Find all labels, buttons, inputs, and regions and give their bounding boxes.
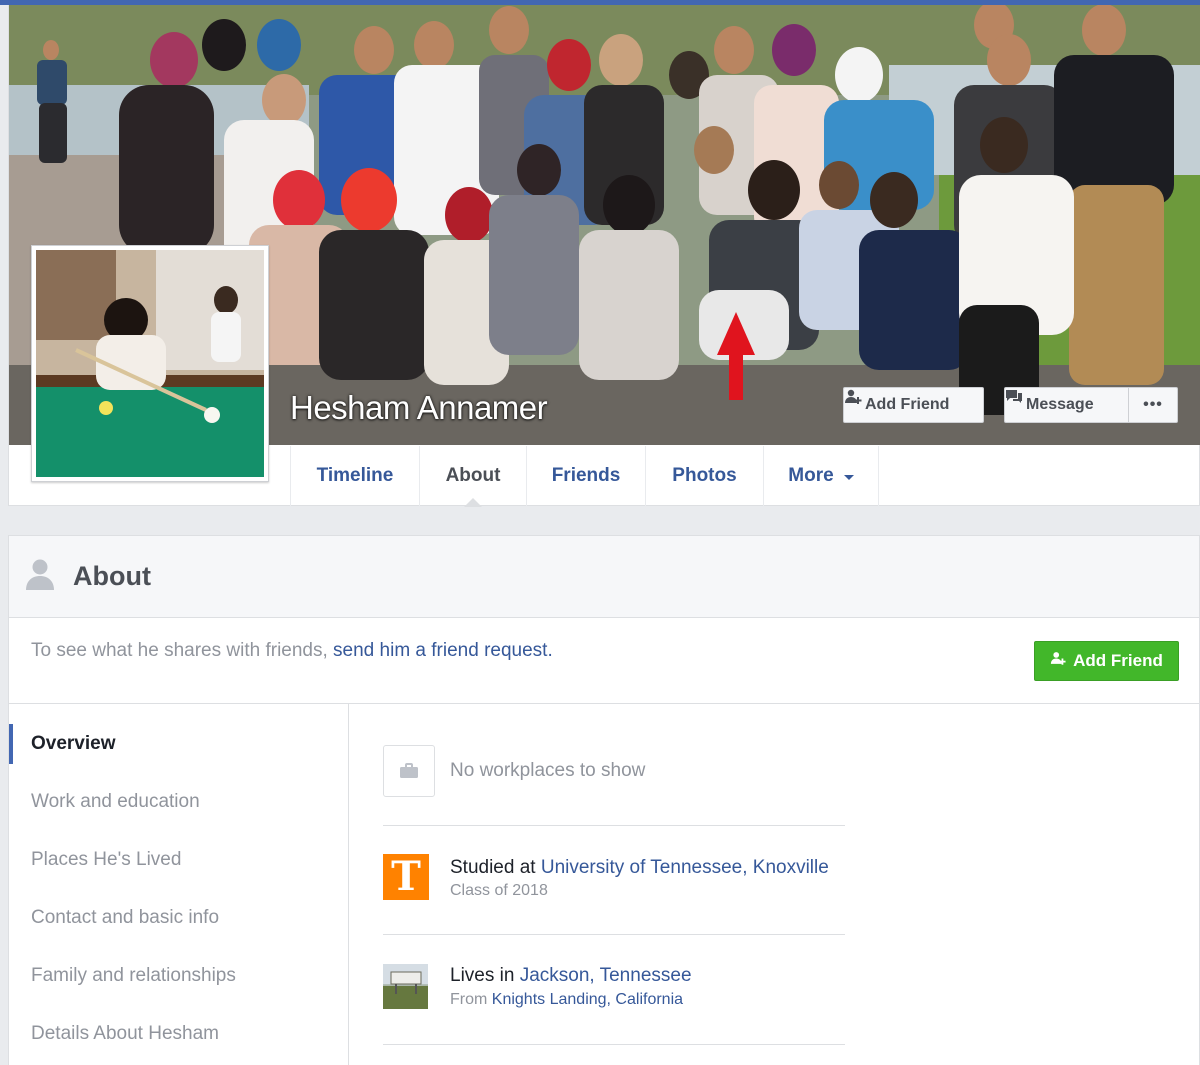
university-logo-letter: T: [391, 853, 421, 900]
add-friend-label: Add Friend: [865, 396, 950, 413]
about-header: About: [9, 536, 1199, 618]
university-logo[interactable]: T: [383, 854, 429, 900]
add-friend-button[interactable]: Add Friend: [1034, 641, 1179, 681]
profile-name[interactable]: Hesham Annamer: [290, 389, 548, 427]
notice-prefix: To see what he shares with friends,: [31, 640, 334, 661]
sidebar-item-work-education[interactable]: Work and education: [9, 782, 348, 822]
send-friend-request-link[interactable]: send him a friend request.: [333, 640, 553, 661]
hometown-link[interactable]: Knights Landing, California: [492, 991, 683, 1008]
person-icon: [25, 558, 55, 595]
tab-more[interactable]: More: [763, 446, 879, 506]
tab-photos[interactable]: Photos: [645, 446, 763, 506]
message-button[interactable]: Message: [1004, 387, 1128, 423]
chevron-down-icon: [843, 475, 854, 480]
tab-timeline[interactable]: Timeline: [290, 446, 419, 506]
about-title: About: [73, 561, 151, 591]
lives-in-prefix: Lives in: [450, 965, 520, 986]
hometown-text: From Knights Landing, California: [450, 991, 683, 1009]
notice-text: To see what he shares with friends, send…: [31, 640, 553, 662]
lives-in-text: Lives in Jackson, Tennessee: [450, 965, 692, 987]
profile-picture[interactable]: [31, 245, 269, 482]
cover-add-friend-button[interactable]: Add Friend: [843, 387, 984, 423]
briefcase-icon: [383, 745, 435, 797]
tab-friends[interactable]: Friends: [526, 446, 645, 506]
university-link[interactable]: University of Tennessee, Knoxville: [541, 857, 829, 878]
work-empty-text: No workplaces to show: [450, 760, 646, 781]
current-city-link[interactable]: Jackson, Tennessee: [520, 965, 692, 986]
hometown-prefix: From: [450, 991, 492, 1008]
add-friend-green-label: Add Friend: [1073, 651, 1163, 670]
divider: [383, 825, 845, 826]
profile-header: Hesham Annamer Add Friend Message ••• Ti…: [8, 5, 1200, 507]
education-class: Class of 2018: [450, 882, 548, 899]
sidebar-item-places-lived[interactable]: Places He's Lived: [9, 840, 348, 880]
tab-about[interactable]: About: [419, 446, 526, 507]
education-text: Studied at University of Tennessee, Knox…: [450, 857, 829, 879]
sidebar-item-family-relationships[interactable]: Family and relationships: [9, 956, 348, 996]
friend-request-notice: To see what he shares with friends, send…: [9, 618, 1199, 704]
divider: [383, 1044, 845, 1045]
sidebar-item-overview[interactable]: Overview: [9, 724, 348, 764]
education-prefix: Studied at: [450, 857, 541, 878]
message-label: Message: [1026, 396, 1094, 413]
about-sidebar: Overview Work and education Places He's …: [9, 704, 349, 1065]
more-options-button[interactable]: •••: [1128, 387, 1178, 423]
sidebar-item-details[interactable]: Details About Hesham: [9, 1014, 348, 1054]
add-friend-icon: [1050, 650, 1066, 672]
sidebar-item-contact-info[interactable]: Contact and basic info: [9, 898, 348, 938]
profile-picture-image: [36, 250, 264, 477]
tab-more-label: More: [788, 465, 834, 486]
place-photo[interactable]: [383, 964, 428, 1009]
ellipsis-icon: •••: [1143, 396, 1163, 413]
divider: [383, 934, 845, 935]
profile-tabs: Timeline About Friends Photos More: [290, 446, 879, 507]
about-card: About To see what he shares with friends…: [8, 535, 1200, 1065]
